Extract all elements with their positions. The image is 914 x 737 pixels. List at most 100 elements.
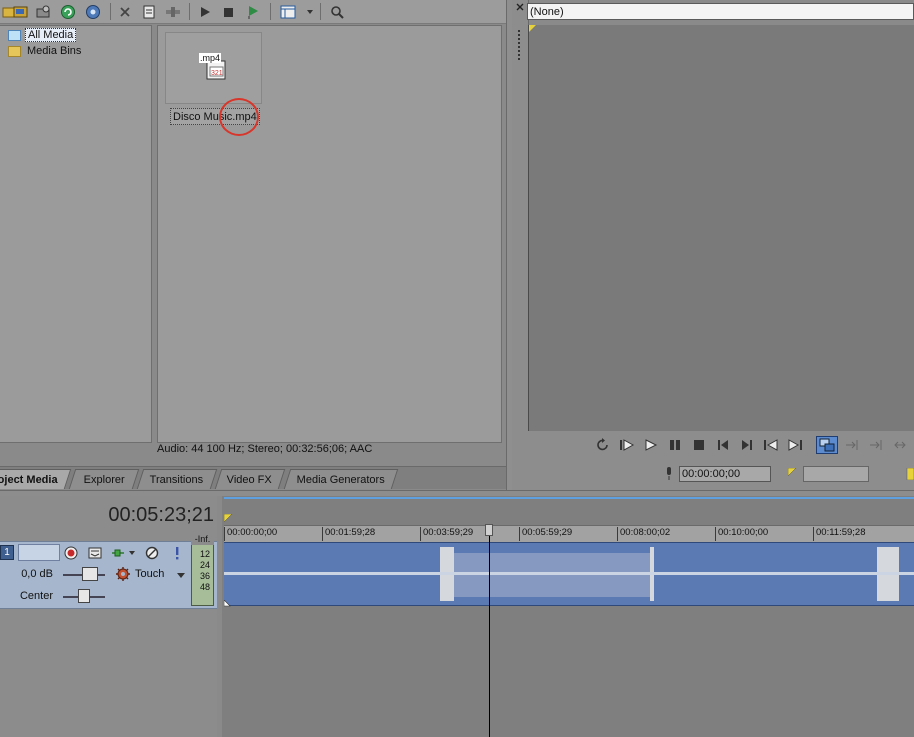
pan-value: Center [19, 590, 53, 602]
clip-channel-divider [224, 572, 914, 575]
meter-label: 36 [199, 571, 210, 581]
tab-transitions[interactable]: Transitions [136, 469, 218, 489]
loop-playback-icon[interactable] [594, 436, 612, 454]
ruler-tick [715, 527, 716, 541]
play-icon[interactable] [196, 3, 214, 20]
tab-media-generators[interactable]: Media Generators [283, 469, 399, 489]
automation-mode-chevron-icon[interactable] [177, 570, 185, 582]
ruler-tick [420, 527, 421, 541]
toolbar-separator [189, 3, 190, 20]
grip-handle[interactable] [518, 30, 522, 60]
timeline-loop-bar[interactable] [224, 497, 914, 499]
playback-cursor[interactable] [489, 527, 490, 737]
preview-timecode[interactable]: 00:00:00;00 [679, 466, 771, 482]
arm-for-record-icon[interactable] [63, 545, 79, 561]
automation-icon[interactable] [111, 545, 137, 561]
track-fx-icon[interactable] [87, 545, 103, 561]
tree-item-label: All Media [25, 28, 77, 42]
expand-horizontal-icon[interactable] [891, 436, 909, 454]
toolbar-separator [270, 3, 271, 20]
solo-icon[interactable] [169, 545, 185, 561]
meter-label: 48 [199, 582, 210, 592]
get-media-from-web-icon[interactable] [35, 3, 53, 20]
ruler-tick [617, 527, 618, 541]
mute-icon[interactable] [144, 545, 160, 561]
waveform-section [454, 553, 650, 597]
preview-split-icon[interactable] [816, 436, 838, 454]
gear-icon[interactable] [115, 566, 131, 582]
ruler-tick [224, 527, 225, 541]
yellow-marker-icon [529, 25, 536, 32]
views-dropdown-chevron-icon[interactable] [301, 3, 319, 20]
auto-preview-icon[interactable] [244, 3, 262, 20]
pan-slider-knob[interactable] [78, 589, 90, 603]
media-fx-plugin-icon[interactable] [164, 3, 182, 20]
meter-label: 24 [199, 560, 210, 570]
volume-slider-knob[interactable] [82, 567, 98, 581]
tree-item-label: Media Bins [27, 45, 82, 57]
media-thumbnail[interactable]: 321 .mp4 [165, 32, 262, 104]
highlight-circle [219, 98, 259, 136]
search-icon[interactable] [328, 3, 346, 20]
arrow-right-to-line-icon[interactable] [867, 436, 885, 454]
close-icon[interactable] [516, 2, 524, 14]
pause-icon[interactable] [666, 436, 684, 454]
next-frame-icon[interactable] [786, 436, 804, 454]
media-status-line: Audio: 44 100 Hz; Stereo; 00:32:56;06; A… [157, 443, 373, 455]
ruler-label: 00:05:59;29 [522, 527, 573, 538]
window-tabs: oject Media Explorer Transitions Video F… [0, 466, 506, 489]
tab-project-media[interactable]: oject Media [0, 469, 72, 489]
ruler-label: 00:00:00;00 [227, 527, 278, 538]
explorer-toolbar [0, 0, 506, 24]
ruler-label: 00:01:59;28 [325, 527, 376, 538]
mp4-file-icon: 321 .mp4 [199, 53, 227, 81]
preview-device-dropdown[interactable]: (None) [527, 3, 914, 20]
views-icon[interactable] [279, 3, 297, 20]
toolbar-separator [110, 3, 111, 20]
properties-icon[interactable] [140, 3, 158, 20]
media-tree-panel: All Media Media Bins [0, 25, 152, 443]
track-name-field[interactable] [18, 544, 60, 561]
video-preview-screen [528, 25, 914, 431]
folder-icon [8, 45, 21, 57]
ruler-label: 00:11:59;28 [816, 527, 866, 538]
ruler-label: 00:10:00;00 [718, 527, 769, 538]
svg-text:321: 321 [211, 70, 223, 77]
stop-icon[interactable] [690, 436, 708, 454]
go-to-end-icon[interactable] [738, 436, 756, 454]
ruler-tick [519, 527, 520, 541]
clip-fade-handle-icon[interactable] [223, 598, 231, 610]
playback-cursor-handle[interactable] [485, 524, 493, 536]
refresh-icon[interactable] [59, 3, 77, 20]
play-from-start-icon[interactable] [618, 436, 636, 454]
previous-frame-icon[interactable] [762, 436, 780, 454]
play-icon[interactable] [642, 436, 660, 454]
file-type-badge: .mp4 [199, 53, 222, 63]
capture-video-icon[interactable] [12, 3, 30, 20]
ruler-label: 00:03:59;29 [423, 527, 474, 538]
media-fx-icon[interactable] [84, 3, 102, 20]
track-number: 1 [0, 545, 14, 560]
arrow-right-to-line-icon[interactable] [843, 436, 861, 454]
microphone-icon[interactable] [664, 466, 674, 485]
preview-time-input[interactable] [803, 466, 869, 482]
media-list-panel: 321 .mp4 Disco Music.mp4 [157, 25, 502, 443]
ruler-label: 00:08:00;02 [620, 527, 671, 538]
toolbar-separator [320, 3, 321, 20]
preview-side-strip [512, 0, 529, 490]
tab-video-fx[interactable]: Video FX [214, 469, 286, 489]
ruler-tick [813, 527, 814, 541]
stop-icon[interactable] [219, 3, 237, 20]
yellow-marker-icon [787, 467, 797, 480]
ruler-tick [322, 527, 323, 541]
all-media-folder-icon [8, 29, 21, 41]
cursor-time-display: 00:05:23;21 [108, 504, 214, 526]
tree-item-media-bins[interactable]: Media Bins [8, 44, 83, 58]
meter-label: -Inf. [191, 534, 214, 545]
automation-mode-label[interactable]: Touch [135, 568, 164, 580]
track-list-panel [0, 496, 219, 737]
tab-explorer[interactable]: Explorer [68, 469, 140, 489]
tree-item-all-media[interactable]: All Media [8, 28, 77, 42]
delete-icon[interactable] [116, 3, 134, 20]
go-to-start-icon[interactable] [714, 436, 732, 454]
